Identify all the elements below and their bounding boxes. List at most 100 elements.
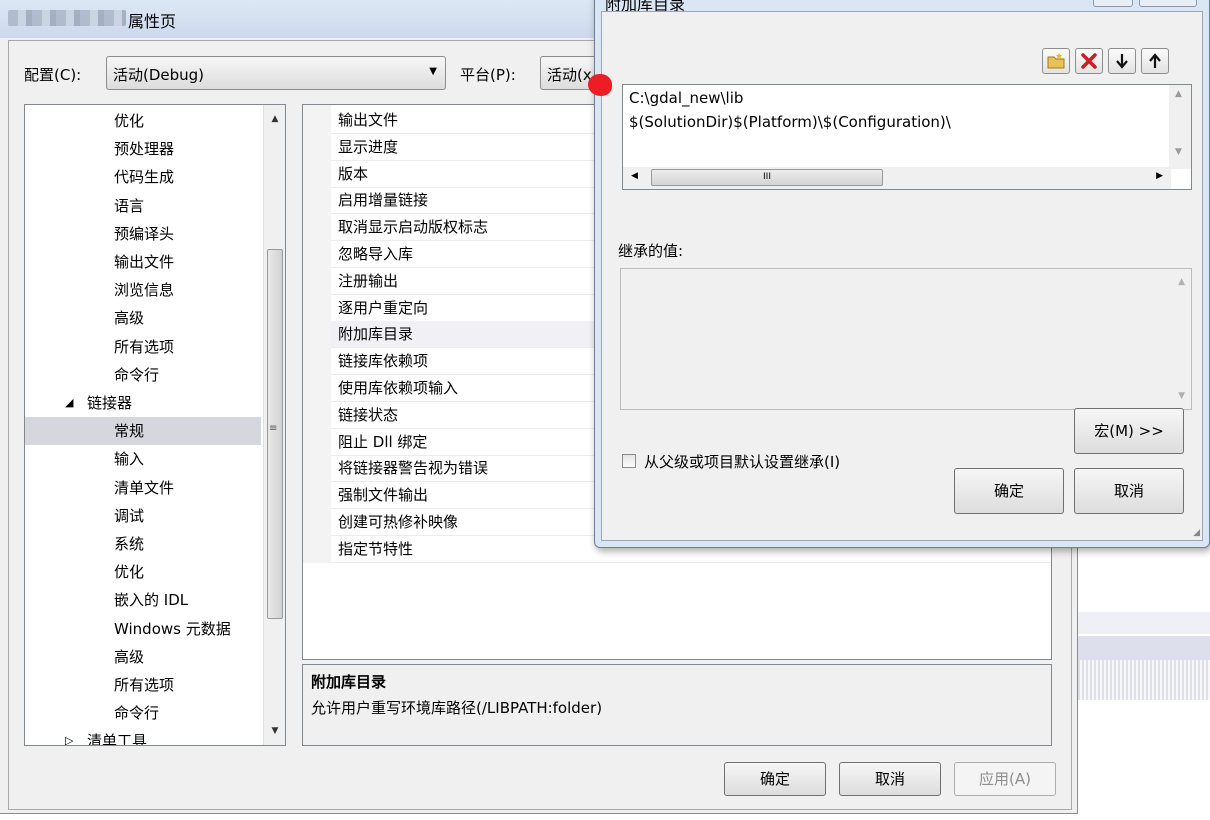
tree-scrollbar[interactable]: ▲ ≡ ▼ (263, 105, 285, 745)
tree-item-label: 高级 (114, 647, 145, 666)
property-name: 注册输出 (338, 271, 399, 290)
tree-item[interactable]: ▷ 清单工具 (25, 727, 261, 745)
scroll-down-icon[interactable]: ▼ (1175, 147, 1182, 157)
property-name: 阻止 Dll 绑定 (338, 432, 428, 451)
property-name: 输出文件 (338, 111, 399, 129)
config-value: 活动(Debug) (113, 66, 205, 84)
property-name: 启用增量链接 (338, 191, 429, 210)
expanded-arrow-icon[interactable]: ◢ (65, 389, 73, 417)
ok-button[interactable]: 确定 (724, 762, 826, 796)
tree-item-label: 命令行 (114, 704, 160, 723)
tree-item[interactable]: 预处理器 (25, 135, 261, 163)
tree-item[interactable]: 高级 (25, 643, 261, 671)
tree-item[interactable]: 优化 (25, 558, 261, 586)
tree-item[interactable]: 输入 (25, 445, 261, 473)
description-text: 允许用户重写环境库路径(/LIBPATH:folder) (311, 699, 603, 717)
window-title: 属性页 (128, 12, 177, 31)
scroll-down-icon[interactable]: ▼ (267, 723, 283, 739)
blurred-project-name (8, 10, 126, 26)
dialog-ok-button[interactable]: 确定 (954, 468, 1064, 514)
tree-item-label: 预编译头 (114, 224, 175, 243)
editor-hscroll[interactable]: ◀ III ▶ (623, 167, 1171, 189)
new-folder-icon[interactable] (1042, 48, 1070, 74)
tree-item[interactable]: 输出文件 (25, 248, 261, 276)
tree-item[interactable]: 优化 (25, 107, 261, 135)
property-name: 使用库依赖项输入 (338, 379, 459, 397)
tree-item[interactable]: 嵌入的 IDL (25, 586, 261, 614)
platform-label: 平台(P): (460, 66, 516, 84)
tree-item[interactable]: 调试 (25, 502, 261, 530)
tree-item[interactable]: 所有选项 (25, 671, 261, 699)
scroll-up-icon: ▲ (1178, 277, 1185, 287)
library-path-line[interactable]: $(SolutionDir)$(Platform)\$(Configuratio… (629, 113, 951, 131)
tree-item-label: 常规 (114, 422, 145, 441)
chevron-down-icon: ▼ (429, 66, 437, 77)
config-combo[interactable]: 活动(Debug) ▼ (106, 56, 446, 90)
dialog-cancel-button[interactable]: 取消 (1074, 468, 1184, 514)
property-name: 取消显示启动版权标志 (338, 218, 489, 237)
tree-item-label: 系统 (114, 535, 145, 553)
library-paths-editor[interactable]: C:\gdal_new\lib $(SolutionDir)$(Platform… (622, 84, 1192, 190)
tree-item-label: 预处理器 (114, 140, 175, 159)
macros-button[interactable]: 宏(M) >> (1074, 408, 1184, 454)
tree-item[interactable]: 所有选项 (25, 333, 261, 361)
property-name: 链接库依赖项 (338, 352, 429, 371)
tree-item-label: 所有选项 (114, 337, 175, 356)
close-icon[interactable] (1139, 0, 1197, 7)
collapsed-arrow-icon[interactable]: ▷ (65, 727, 73, 745)
tree-item[interactable]: 高级 (25, 304, 261, 332)
platform-value: 活动(x (547, 66, 592, 84)
move-up-icon[interactable] (1141, 48, 1169, 74)
property-name: 创建可热修补映像 (338, 513, 459, 531)
move-down-icon[interactable] (1108, 48, 1136, 74)
tree-item[interactable]: Windows 元数据 (25, 615, 261, 643)
tree-item[interactable]: 预编译头 (25, 220, 261, 248)
apply-button[interactable]: 应用(A) (954, 762, 1056, 796)
inherited-values-box: ▲ ▼ (620, 268, 1192, 410)
tree-item-label: 输入 (114, 450, 145, 469)
scroll-thumb[interactable] (267, 249, 283, 619)
editor-vscroll[interactable]: ▲ ▼ (1169, 85, 1191, 169)
tree-item-label: 语言 (114, 196, 145, 215)
tree-item[interactable]: ◢ 链接器 (25, 389, 261, 417)
grid-gutter (303, 105, 331, 563)
property-tree[interactable]: 优化 预处理器 代码生成 语言 预编译头 输出文件 浏览信息 高级 所有选项 命令行 ◢ 链接器 常规输… (24, 104, 286, 746)
scroll-right-icon[interactable]: ▶ (1156, 171, 1163, 181)
tree-item[interactable]: 浏览信息 (25, 276, 261, 304)
tree-item-label: 所有选项 (114, 676, 175, 694)
description-panel: 附加库目录 允许用户重写环境库路径(/LIBPATH:folder) (302, 664, 1052, 746)
property-name: 逐用户重定向 (338, 298, 429, 317)
help-icon[interactable] (1093, 0, 1133, 7)
tree-item-label: 优化 (114, 563, 145, 582)
tree-item-label: 高级 (114, 309, 145, 328)
tree-item-label: 嵌入的 IDL (114, 591, 189, 610)
scroll-up-icon[interactable]: ▲ (1175, 89, 1182, 99)
property-name: 指定节特性 (338, 539, 414, 558)
tree-item[interactable]: 系统 (25, 530, 261, 558)
tree-item[interactable]: 代码生成 (25, 163, 261, 191)
library-path-line[interactable]: C:\gdal_new\lib (629, 89, 743, 107)
cancel-button[interactable]: 取消 (839, 762, 941, 796)
tree-item-label: 代码生成 (114, 168, 175, 187)
tree-item-label: 输出文件 (114, 253, 175, 271)
scroll-thumb[interactable]: III (651, 169, 883, 186)
delete-icon[interactable] (1075, 48, 1103, 74)
description-title: 附加库目录 (311, 673, 387, 691)
tree-item[interactable]: 命令行 (25, 361, 261, 389)
scroll-up-icon[interactable]: ▲ (267, 111, 283, 127)
property-name: 强制文件输出 (338, 486, 429, 505)
tree-item[interactable]: 清单文件 (25, 474, 261, 502)
background-window-strip (1078, 612, 1210, 634)
tree-item[interactable]: 语言 (25, 192, 261, 220)
property-name: 链接状态 (338, 405, 399, 424)
property-name: 附加库目录 (338, 325, 414, 344)
inherit-checkbox[interactable] (622, 454, 636, 468)
scroll-left-icon[interactable]: ◀ (631, 171, 638, 181)
property-name: 将链接器警告视为错误 (338, 459, 489, 478)
tree-item[interactable]: 命令行 (25, 699, 261, 727)
background-window-strip (1078, 636, 1210, 660)
resize-grip-icon[interactable]: ◢ (1193, 528, 1200, 538)
tree-item-label: 清单文件 (114, 478, 175, 497)
tree-item[interactable]: 常规 (25, 417, 261, 446)
inherit-checkbox-label[interactable]: 从父级或项目默认设置继承(I) (644, 451, 840, 472)
